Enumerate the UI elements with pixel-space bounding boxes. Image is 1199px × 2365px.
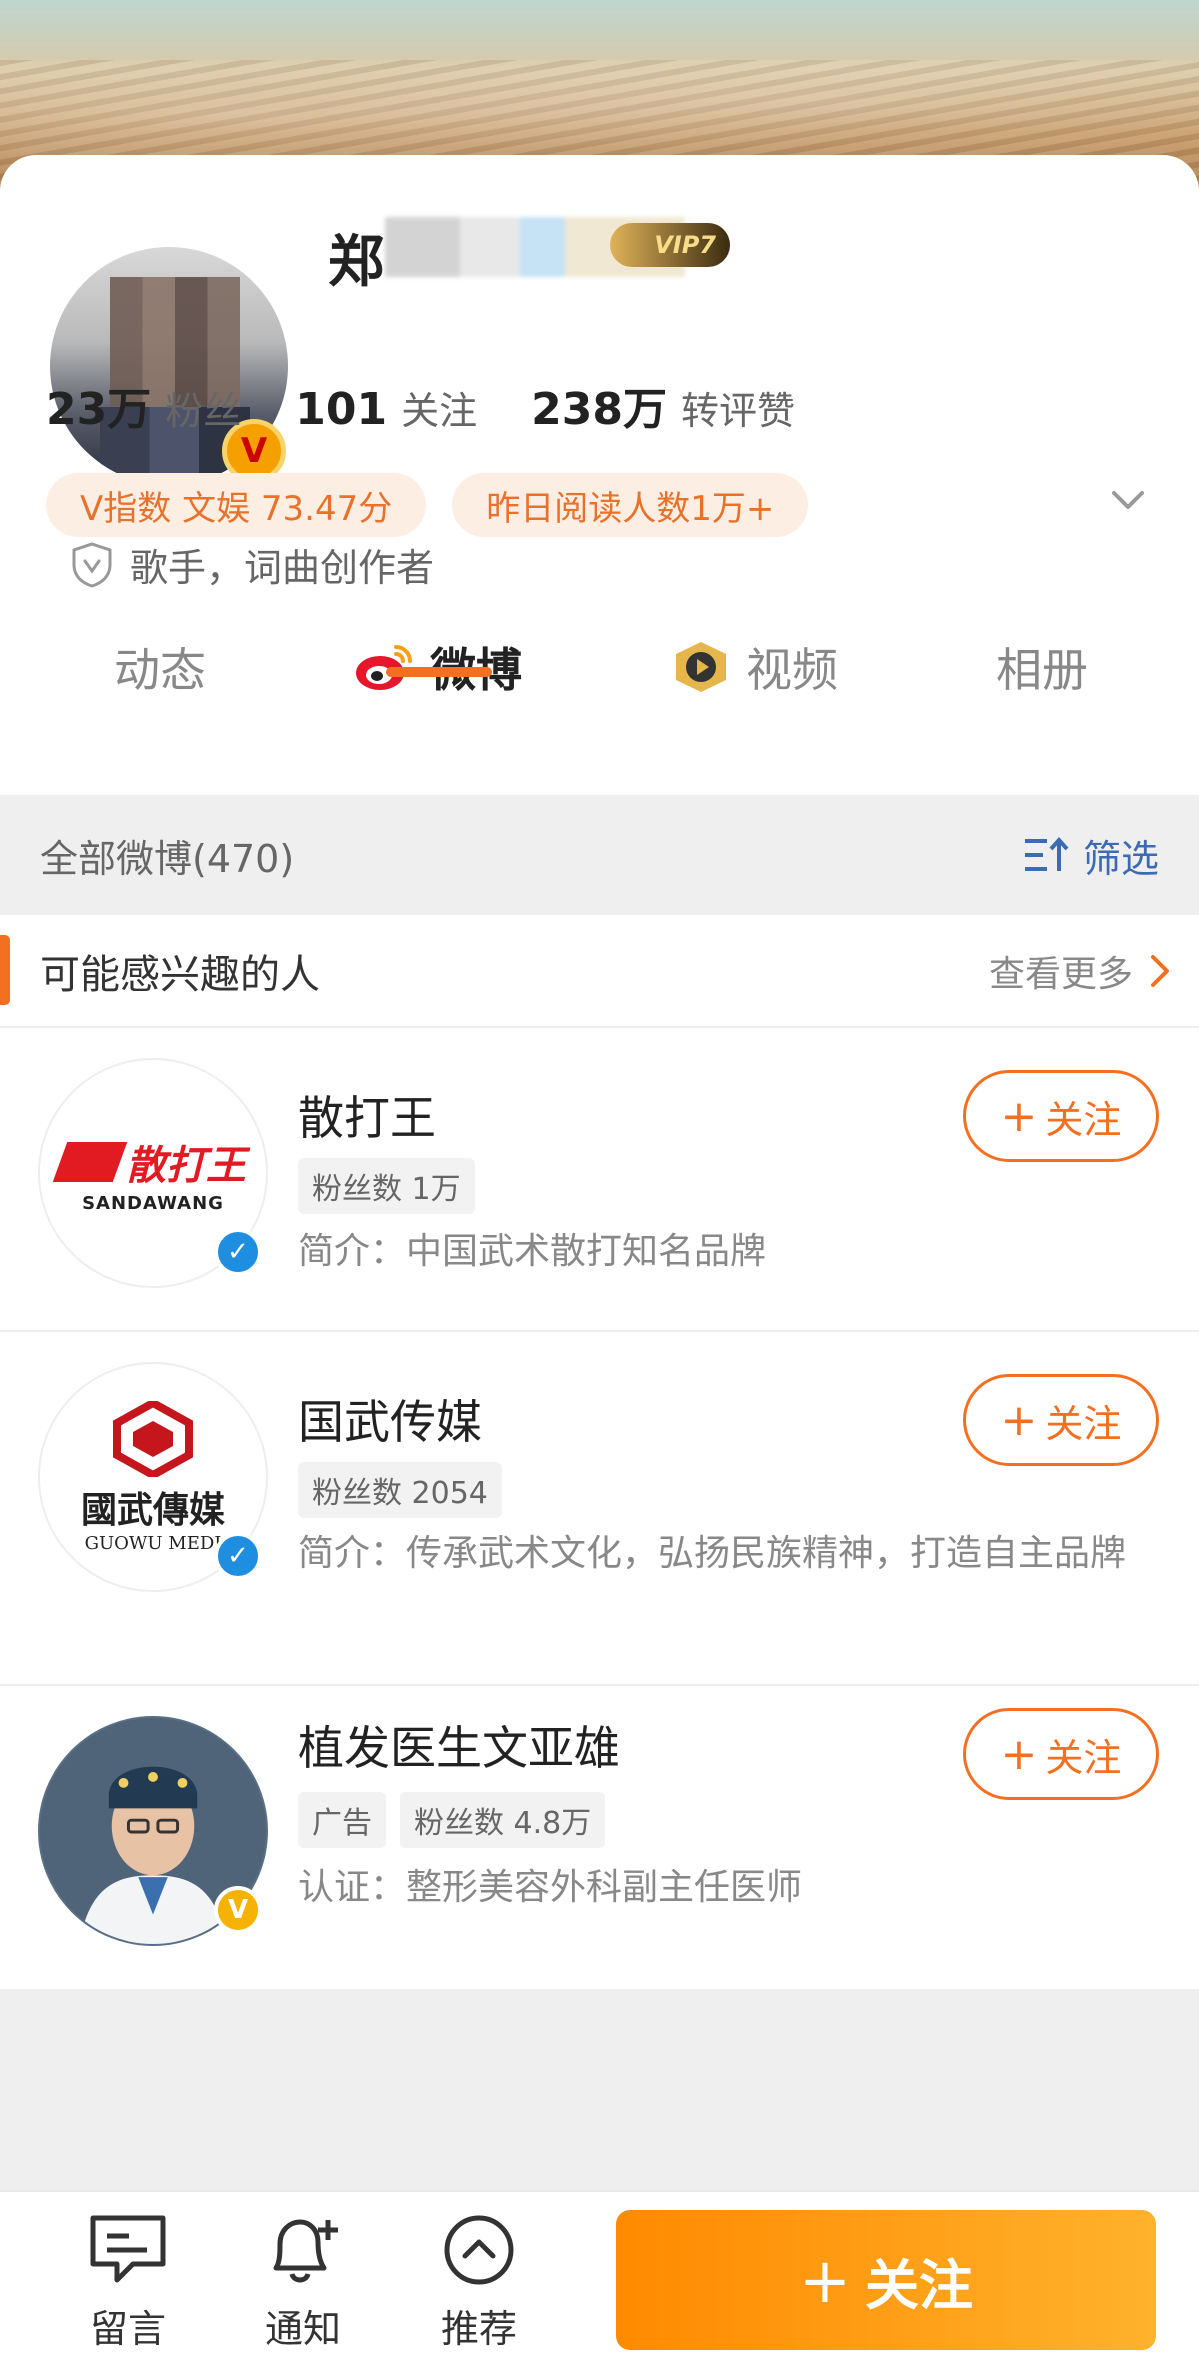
message-icon <box>90 2215 166 2283</box>
follow-button[interactable]: + 关注 <box>963 1708 1159 1800</box>
verified-gold-icon: V <box>214 1886 262 1934</box>
fans-count-chip: 粉丝数 2054 <box>298 1462 502 1518</box>
profile-tags: V指数 文娱 73.47分 昨日阅读人数1万+ <box>46 473 809 537</box>
guowu-logo-icon <box>112 1397 193 1480</box>
tab-video[interactable]: 视频 <box>670 607 838 727</box>
active-tab-indicator <box>386 667 492 677</box>
follow-button[interactable]: + 关注 <box>963 1374 1159 1466</box>
message-button[interactable]: 留言 <box>68 2212 188 2353</box>
video-icon <box>676 642 726 692</box>
suggested-person[interactable]: 國武傳媒 GUOWU MEDI ✓ 国武传媒 粉丝数 2054 简介：传承武术文… <box>0 1332 1199 1686</box>
verified-blue-icon: ✓ <box>214 1532 262 1580</box>
profile-card: V 郑 VIP7 23万 粉丝 101 关注 238万 转评赞 V指数 文娱 7… <box>0 155 1199 795</box>
v-index-tag[interactable]: V指数 文娱 73.47分 <box>46 473 427 537</box>
profile-tabs: 动态 微博 视频 相册 <box>0 607 1199 727</box>
chevron-right-icon <box>1151 954 1169 987</box>
suggested-person[interactable]: 散打王 SANDAWANG ✓ 散打王 粉丝数 1万 简介：中国武术散打知名品牌… <box>0 1028 1199 1332</box>
filter-icon <box>1024 836 1069 871</box>
bottom-action-bar: 留言 通知 推荐 + 关注 <box>0 2190 1199 2365</box>
chevron-down-icon[interactable] <box>1104 475 1152 523</box>
tab-album[interactable]: 相册 <box>996 607 1088 727</box>
chevron-up-circle-icon <box>444 2215 514 2285</box>
follow-main-button[interactable]: + 关注 <box>616 2210 1156 2350</box>
profile-name: 郑 <box>328 230 384 295</box>
verified-blue-icon: ✓ <box>214 1228 262 1276</box>
weibo-filter-bar: 全部微博(470) 筛选 <box>0 795 1199 915</box>
ad-chip: 广告 <box>298 1792 386 1848</box>
suggested-people-panel: 可能感兴趣的人 查看更多 散打王 SANDAWANG ✓ 散打王 粉丝数 1万 … <box>0 915 1199 1989</box>
profile-avatar[interactable]: V <box>44 241 294 491</box>
stat-fans[interactable]: 23万 粉丝 <box>46 373 241 437</box>
filter-button[interactable]: 筛选 <box>1023 828 1159 883</box>
suggested-person[interactable]: V 植发医生文亚雄 广告 粉丝数 4.8万 认证：整形美容外科副主任医师 + 关注 <box>0 1686 1199 1989</box>
suggested-header: 可能感兴趣的人 查看更多 <box>0 915 1199 1028</box>
fans-count-chip: 粉丝数 1万 <box>298 1158 475 1214</box>
fans-count-chip: 粉丝数 4.8万 <box>400 1792 606 1848</box>
stat-interactions[interactable]: 238万 转评赞 <box>531 373 795 437</box>
follow-button[interactable]: + 关注 <box>963 1070 1159 1162</box>
recommend-button[interactable]: 推荐 <box>419 2212 539 2353</box>
shield-v-icon <box>72 541 112 588</box>
weibo-count: 全部微博(470) <box>40 836 295 881</box>
bell-plus-icon <box>273 2219 338 2283</box>
notify-button[interactable]: 通知 <box>243 2212 363 2353</box>
suggested-title: 可能感兴趣的人 <box>40 951 320 998</box>
vip-badge[interactable]: VIP7 <box>610 223 730 267</box>
tab-dynamic[interactable]: 动态 <box>114 607 206 727</box>
reading-count-tag[interactable]: 昨日阅读人数1万+ <box>452 473 809 537</box>
profile-role: 歌手，词曲创作者 <box>70 537 434 592</box>
stat-following[interactable]: 101 关注 <box>295 380 477 435</box>
profile-stats: 23万 粉丝 101 关注 238万 转评赞 <box>46 373 795 437</box>
view-more-link[interactable]: 查看更多 <box>989 945 1171 997</box>
